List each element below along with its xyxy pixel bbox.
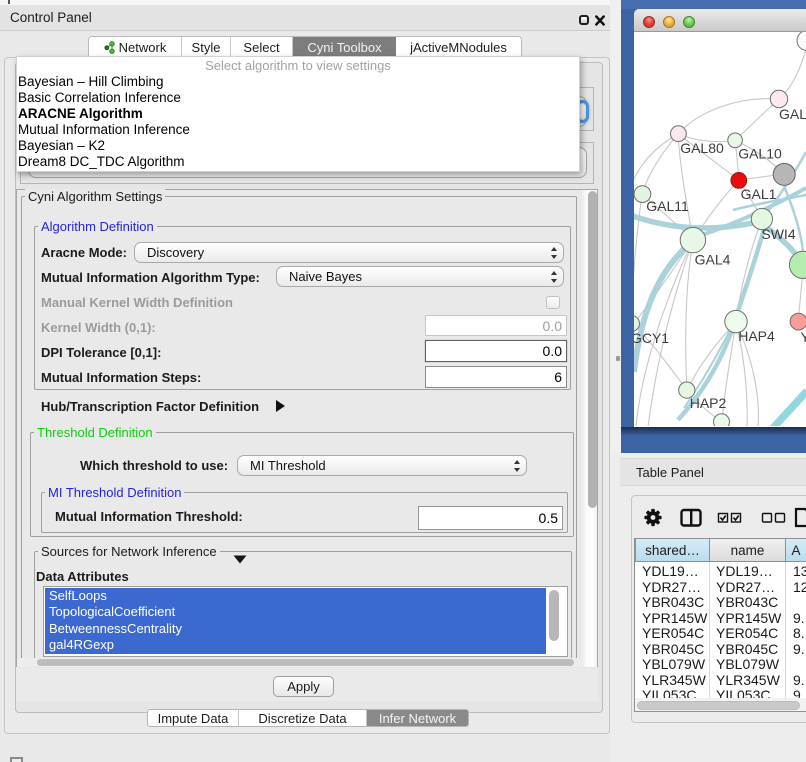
svg-text:GAL7: GAL7 <box>779 106 806 122</box>
svg-text:YJ: YJ <box>801 329 806 345</box>
svg-text:HAP2: HAP2 <box>690 395 727 411</box>
svg-text:GAL11: GAL11 <box>646 198 689 214</box>
svg-text:GAL10: GAL10 <box>738 146 782 162</box>
svg-text:GCY1: GCY1 <box>634 330 669 346</box>
svg-text:SWI4: SWI4 <box>761 226 795 242</box>
svg-text:GAL80: GAL80 <box>680 140 724 156</box>
svg-text:HAP4: HAP4 <box>738 328 775 344</box>
svg-text:GAL4: GAL4 <box>695 252 731 268</box>
svg-text:GAL1: GAL1 <box>741 186 777 202</box>
